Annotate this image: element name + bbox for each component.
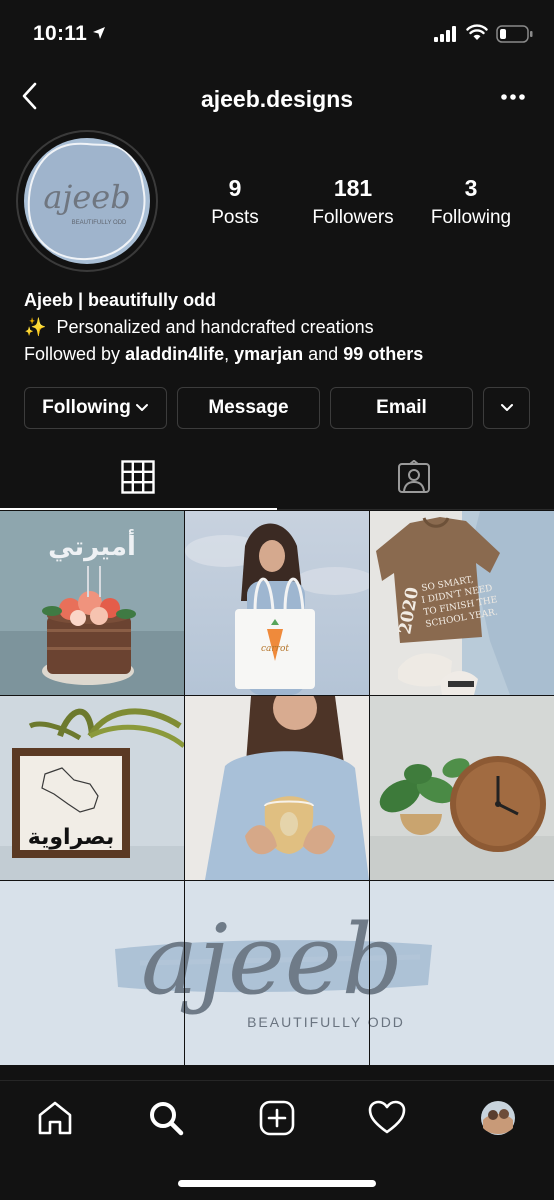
chevron-down-icon [500,404,513,411]
active-tab-indicator [0,508,277,510]
new-post-icon[interactable] [257,1098,297,1138]
activity-heart-icon[interactable] [367,1098,407,1138]
avatar-logo-subtext: BEAUTIFULLY ODD [72,220,127,226]
svg-text:carrot: carrot [261,644,289,654]
location-arrow-icon [93,27,105,39]
following-label: Following [430,207,512,228]
wifi-icon [466,24,488,40]
post-thumbnail[interactable] [370,696,554,880]
profile-username: ajeeb.designs [200,86,354,112]
email-button-label: Email [376,397,427,418]
stat-following[interactable]: 3 Following [411,175,531,229]
bio-description-line: ✨ Personalized and handcrafted creations [24,314,544,341]
tagged-photos-icon[interactable] [397,460,431,494]
followers-count: 181 [333,175,373,201]
avatar-logo: ajeeb BEAUTIFULLY ODD [27,142,146,261]
followed-and: and [303,344,344,364]
followed-by-prefix: Followed by [24,344,126,364]
followed-sep: , [224,344,235,364]
cake-photo: أميرتي [0,511,184,695]
grid-view-icon[interactable] [121,460,155,494]
post-thumbnail[interactable]: أميرتي [0,511,184,695]
followers-label: Followers [312,207,394,228]
bio-name: Ajeeb | beautifully odd [24,290,217,310]
more-options-icon[interactable] [500,90,526,104]
posts-label: Posts [211,207,259,228]
glass-photo [185,696,369,880]
clock-photo [370,696,554,880]
signal-icon [434,26,456,42]
profile-header: ajeeb.designs [0,68,554,128]
battery-icon [496,25,533,43]
following-button[interactable]: Following [24,387,167,429]
banner-logo-subtext: BEAUTIFULLY ODD [247,1014,405,1030]
profile-avatar[interactable]: ajeeb BEAUTIFULLY ODD [24,138,150,264]
avatar-logo-text: ajeeb [43,178,130,216]
cake-topper-text: أميرتي [48,529,136,562]
following-count: 3 [464,175,478,201]
tote-bag-photo: carrot [185,511,369,695]
bio-description: Personalized and handcrafted creations [56,317,374,337]
profile-avatar-icon[interactable] [478,1098,518,1138]
followed-user-2[interactable]: ymarjan [234,344,303,364]
tshirt-photo: 2020 SO SMART, I DIDN'T NEED TO FINISH T… [370,511,554,695]
tab-divider [277,509,554,510]
stat-posts[interactable]: 9 Posts [175,175,295,229]
stat-followers[interactable]: 181 Followers [293,175,413,229]
chevron-down-icon [135,404,148,411]
profile-tabs [0,445,554,509]
status-bar: 10:11 [0,0,554,68]
logo-banner: ajeeb BEAUTIFULLY ODD [115,881,432,1065]
message-button[interactable]: Message [177,387,320,429]
suggested-accounts-button[interactable] [483,387,530,429]
followed-user-1[interactable]: aladdin4life [125,344,224,364]
sparkle-emoji: ✨ [24,317,47,337]
followed-others[interactable]: 99 others [343,344,423,364]
banner-logo-text: ajeeb [141,904,403,1016]
followed-by-line[interactable]: Followed by aladdin4life, ymarjan and 99… [24,341,544,368]
home-icon[interactable] [35,1098,75,1138]
post-thumbnail[interactable] [185,696,369,880]
framed-map-photo: بصراوية [0,696,184,880]
message-button-label: Message [208,397,289,418]
status-time: 10:11 [33,22,88,45]
posts-count: 9 [228,175,242,201]
post-thumbnail[interactable]: carrot [185,511,369,695]
search-icon[interactable] [146,1098,186,1138]
home-indicator [178,1180,376,1187]
email-button[interactable]: Email [330,387,473,429]
following-button-label: Following [42,397,131,418]
profile-stats: 9 Posts 181 Followers 3 Following [190,175,540,235]
post-thumbnail[interactable]: بصراوية [0,696,184,880]
frame-arabic-text: بصراوية [28,825,114,850]
post-thumbnail[interactable]: 2020 SO SMART, I DIDN'T NEED TO FINISH T… [370,511,554,695]
profile-bio: Ajeeb | beautifully odd ✨ Personalized a… [24,287,544,368]
